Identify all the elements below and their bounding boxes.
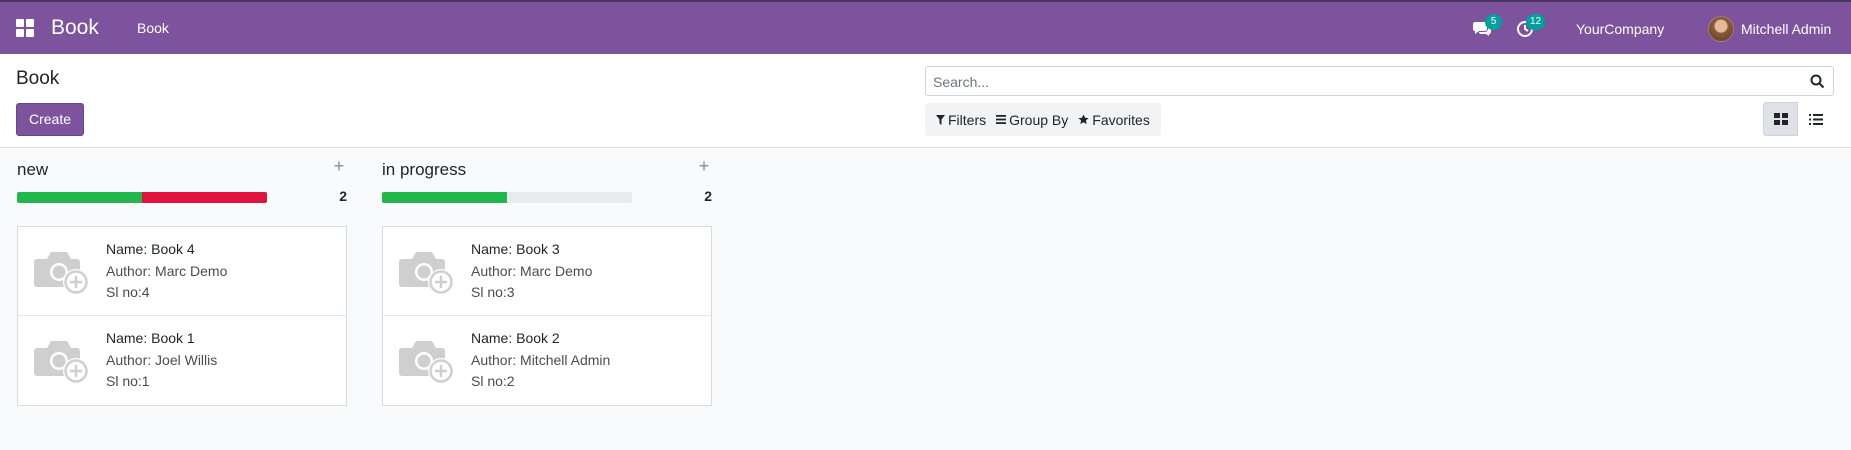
column-progressbar [17,192,267,203]
card-sl-no: Sl no:1 [106,373,150,389]
column-title[interactable]: new [17,160,48,180]
card-sl-no: Sl no:3 [471,284,515,300]
quick-create-icon[interactable]: + [331,157,347,175]
filters-label: Filters [948,111,987,128]
user-avatar[interactable] [1708,16,1734,42]
filters-button[interactable]: Filters [931,103,991,136]
activities-badge: 12 [1526,14,1546,30]
card-author: Author: Mitchell Admin [471,352,611,368]
camera-add-placeholder-icon [399,252,454,295]
kanban-card[interactable]: Name: Book 4 Author: Marc Demo Sl no:4 [18,227,346,316]
app-brand[interactable]: Book [51,16,99,40]
progress-segment-red[interactable] [142,192,267,203]
messages-badge: 5 [1485,14,1502,30]
kanban-card[interactable]: Name: Book 3 Author: Marc Demo Sl no:3 [383,227,711,316]
column-cards: Name: Book 3 Author: Marc Demo Sl no:3 N… [382,226,712,406]
search-input[interactable] [933,72,1793,92]
filter-icon [936,114,945,125]
kanban-card[interactable]: Name: Book 2 Author: Mitchell Admin Sl n… [383,316,711,405]
list-bars-icon [996,115,1007,124]
apps-menu-icon[interactable] [16,19,34,37]
camera-add-placeholder-icon [34,341,89,384]
quick-create-icon[interactable]: + [696,157,712,175]
favorites-label: Favorites [1092,111,1150,128]
column-title[interactable]: in progress [382,160,466,180]
control-panel: Book Create Filters Group By Favorites [0,54,1851,148]
card-name: Name: Book 4 [106,241,195,257]
favorites-button[interactable]: Favorites [1073,103,1155,136]
view-switcher [1763,102,1833,136]
column-cards: Name: Book 4 Author: Marc Demo Sl no:4 N… [17,226,347,406]
kanban-view-button[interactable] [1763,102,1798,136]
kanban-card[interactable]: Name: Book 1 Author: Joel Willis Sl no:1 [18,316,346,405]
list-view-icon [1808,113,1823,125]
kanban-grid-icon [1773,113,1788,125]
card-sl-no: Sl no:2 [471,373,515,389]
column-count: 2 [704,188,712,204]
list-view-button[interactable] [1798,102,1833,136]
progress-segment-green[interactable] [382,192,507,203]
card-name: Name: Book 3 [471,241,560,257]
card-author: Author: Marc Demo [471,263,593,279]
search-box [925,66,1834,96]
search-options-bar: Filters Group By Favorites [925,103,1161,136]
camera-add-placeholder-icon [399,341,454,384]
card-sl-no: Sl no:4 [106,284,150,300]
column-progressbar [382,192,632,203]
groupby-button[interactable]: Group By [991,103,1073,136]
column-count: 2 [339,188,347,204]
card-author: Author: Joel Willis [106,352,218,368]
page-title: Book [16,68,60,89]
user-menu[interactable]: Mitchell Admin [1741,21,1831,37]
card-name: Name: Book 1 [106,330,195,346]
company-switcher[interactable]: YourCompany [1576,21,1664,37]
top-navbar: Book Book 5 12 YourCompany Mitchell Admi… [0,0,1851,54]
groupby-label: Group By [1009,111,1069,128]
card-author: Author: Marc Demo [106,263,228,279]
card-name: Name: Book 2 [471,330,560,346]
menu-item-book[interactable]: Book [137,20,169,36]
search-icon[interactable] [1810,74,1825,89]
create-button[interactable]: Create [16,103,85,136]
progress-segment-green[interactable] [17,192,142,203]
camera-add-placeholder-icon [34,252,89,295]
star-icon [1078,114,1089,125]
